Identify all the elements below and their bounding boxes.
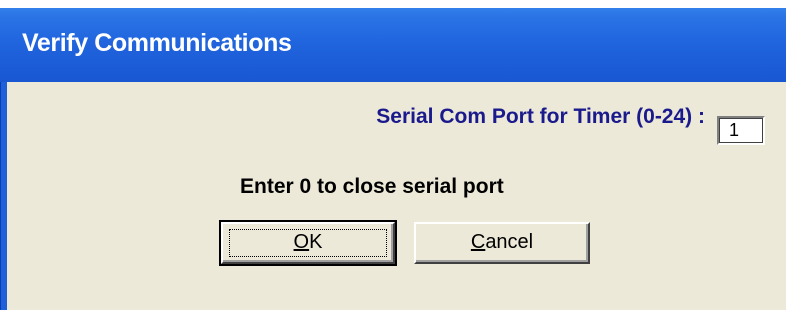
cancel-button-label: Cancel <box>471 231 533 253</box>
serial-port-label: Serial Com Port for Timer (0-24) : <box>376 105 705 128</box>
close-port-hint: Enter 0 to close serial port <box>240 175 504 198</box>
title-bar-top-edge <box>0 0 786 8</box>
verify-communications-dialog: Verify Communications Serial Com Port fo… <box>0 0 786 310</box>
cancel-mnemonic: C <box>470 231 486 253</box>
cancel-button[interactable]: Cancel <box>414 222 590 264</box>
cancel-label-rest: ancel <box>485 231 534 253</box>
ok-button[interactable]: OK <box>219 220 397 266</box>
serial-port-input[interactable] <box>717 116 765 145</box>
window-frame-left <box>0 82 7 310</box>
ok-button-label: OK <box>294 231 323 253</box>
ok-label-rest: K <box>309 231 323 253</box>
ok-mnemonic: O <box>293 231 310 253</box>
title-bar[interactable]: Verify Communications <box>0 0 786 82</box>
window-title: Verify Communications <box>22 29 292 57</box>
